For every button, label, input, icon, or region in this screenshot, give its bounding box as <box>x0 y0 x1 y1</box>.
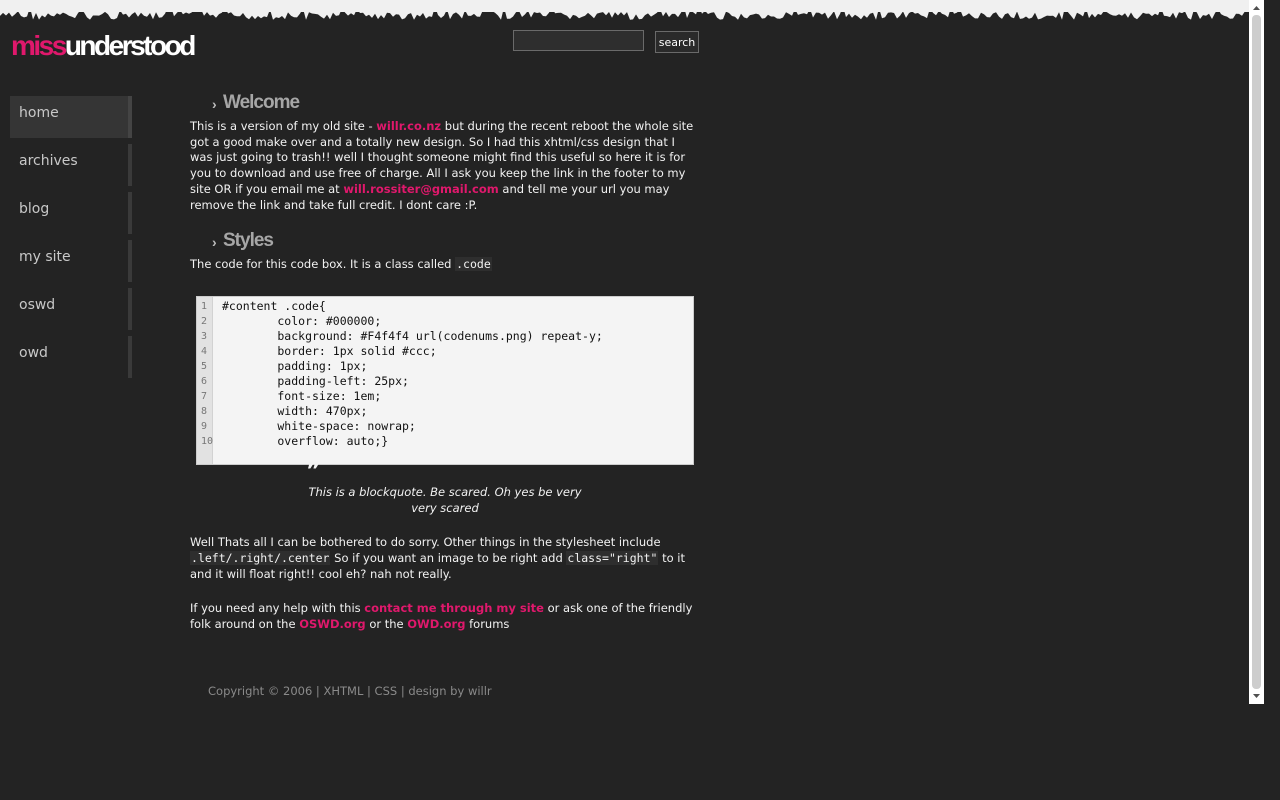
footer: Copyright © 2006 | XHTML | CSS | design … <box>208 684 492 698</box>
code-line-number: 6 <box>201 376 208 387</box>
inline-code: class="right" <box>566 551 659 565</box>
welcome-paragraph: This is a version of my old site - willr… <box>190 119 694 212</box>
nav-item-home[interactable]: home <box>10 96 132 138</box>
welcome-heading: › Welcome <box>190 90 700 116</box>
code-line-text: padding-left: 25px; <box>222 374 409 388</box>
quote-mark-icon: ” <box>306 459 321 484</box>
help-paragraph: If you need any help with this contact m… <box>190 601 693 631</box>
nav-item-owd[interactable]: owd <box>10 336 132 378</box>
nav-item-oswd[interactable]: oswd <box>10 288 132 330</box>
owd-link[interactable]: OWD.org <box>407 617 465 631</box>
code-line-number: 8 <box>201 406 208 417</box>
logo-text-miss: miss <box>11 30 67 61</box>
willr-link[interactable]: willr.co.nz <box>376 119 441 133</box>
code-line-text: white-space: nowrap; <box>222 419 416 433</box>
nav-item-archives[interactable]: archives <box>10 144 132 186</box>
code-line-text: padding: 1px; <box>222 359 368 373</box>
inline-code: .left/.right/.center <box>190 551 331 565</box>
scroll-thumb[interactable] <box>1252 15 1261 689</box>
scroll-down-arrow-icon[interactable] <box>1249 689 1264 704</box>
code-line-text: #content .code{ <box>222 299 326 313</box>
code-line-number: 9 <box>201 421 208 432</box>
design-link[interactable]: design by willr <box>408 684 491 698</box>
code-line-text: overflow: auto;} <box>222 434 389 448</box>
code-line-number: 3 <box>201 331 208 342</box>
code-line-text: width: 470px; <box>222 404 368 418</box>
scroll-up-arrow-icon[interactable] <box>1249 0 1264 15</box>
chevron-right-icon: › <box>212 234 217 251</box>
nav-item-my-site[interactable]: my site <box>10 240 132 282</box>
styles-intro: The code for this code box. It is a clas… <box>190 257 492 272</box>
nav-item-blog[interactable]: blog <box>10 192 132 234</box>
code-line-number: 5 <box>201 361 208 372</box>
blockquote-text: This is a blockquote. Be scared. Oh yes … <box>308 485 582 515</box>
email-link[interactable]: will.rossiter@gmail.com <box>343 182 498 196</box>
code-line-number: 2 <box>201 316 208 327</box>
grunge-header-strip <box>0 0 1249 20</box>
code-line-number: 4 <box>201 346 208 357</box>
lower-content: Well Thats all I can be bothered to do s… <box>190 534 700 632</box>
main-content: › Welcome This is a version of my old sit… <box>190 90 700 273</box>
stylesheet-paragraph: Well Thats all I can be bothered to do s… <box>190 535 685 581</box>
code-line-number: 10 <box>201 436 214 447</box>
contact-link[interactable]: contact me through my site <box>364 601 544 615</box>
inline-code: .code <box>455 257 492 272</box>
code-box[interactable]: 1 #content .code{ 2 color: #000000; 3 backg… <box>196 296 694 465</box>
code-line-number: 7 <box>201 391 208 402</box>
search-button[interactable]: search <box>655 31 699 53</box>
code-line-text: border: 1px solid #ccc; <box>222 344 437 358</box>
xhtml-link[interactable]: XHTML <box>323 684 363 698</box>
code-line-number: 1 <box>201 301 208 312</box>
chevron-right-icon: › <box>212 96 217 112</box>
site-logo[interactable]: missunderstood <box>11 28 197 64</box>
blockquote: ” This is a blockquote. Be scared. Oh ye… <box>300 459 590 516</box>
vertical-scrollbar[interactable] <box>1249 0 1264 704</box>
logo-text-understood: understood <box>64 30 197 61</box>
code-line-text: font-size: 1em; <box>222 389 382 403</box>
oswd-link[interactable]: OSWD.org <box>299 617 365 631</box>
sidebar-nav: home archives blog my site oswd owd <box>10 96 132 384</box>
styles-heading: › Styles <box>190 228 700 254</box>
css-link[interactable]: CSS <box>375 684 398 698</box>
search-input[interactable] <box>513 30 644 51</box>
code-line-text: color: #000000; <box>222 314 382 328</box>
code-line-text: background: #F4f4f4 url(codenums.png) re… <box>222 329 603 343</box>
